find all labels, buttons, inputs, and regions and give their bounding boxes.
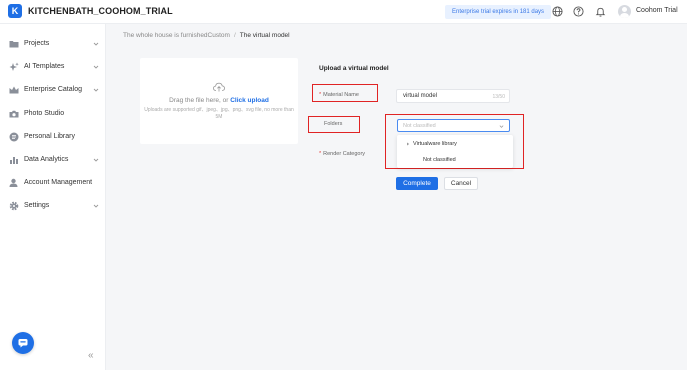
sidebar-item-label: Photo Studio (24, 110, 65, 117)
material-name-label: * Material Name (319, 92, 359, 98)
gear-icon (9, 201, 19, 211)
sidebar-item-photo-studio[interactable]: Photo Studio (0, 104, 106, 124)
folders-select[interactable]: Not classified (397, 119, 510, 132)
sidebar-item-label: Data Analytics (24, 156, 69, 163)
sidebar: Projects AI Templates Enterprise Catalog… (0, 24, 106, 370)
chevron-down-icon (93, 88, 99, 92)
avatar[interactable] (618, 5, 631, 18)
material-name-value: virtual model (403, 93, 438, 99)
caret-right-icon (407, 142, 410, 146)
chevron-down-icon (93, 204, 99, 208)
dropdown-option-label: Not classified (423, 157, 456, 163)
chart-icon (10, 157, 18, 164)
globe-icon[interactable] (552, 6, 563, 17)
folders-label: Folders (324, 121, 343, 127)
render-category-label: * Render Category (319, 151, 365, 157)
folders-select-placeholder: Not classified (403, 123, 436, 129)
cancel-button[interactable]: Cancel (444, 177, 478, 190)
folders-dropdown: Virtualware library Not classified (397, 135, 513, 168)
catalog-icon (9, 86, 19, 94)
sidebar-item-label: Enterprise Catalog (24, 86, 82, 93)
upload-dropzone[interactable]: Drag the file here, or Click upload Uplo… (140, 58, 298, 144)
sidebar-item-data-analytics[interactable]: Data Analytics (0, 150, 106, 170)
chevron-down-icon (93, 42, 99, 46)
sidebar-item-settings[interactable]: Settings (0, 196, 106, 216)
sidebar-item-personal-library[interactable]: Personal Library (0, 127, 106, 147)
complete-button[interactable]: Complete (396, 177, 438, 190)
library-icon (9, 132, 19, 142)
ai-sparkle-icon (9, 62, 19, 71)
sidebar-item-ai-templates[interactable]: AI Templates (0, 57, 106, 77)
breadcrumb: The whole house is furnishedCustom / The v… (123, 32, 290, 39)
top-bar: K KITCHENBATH_COOHOM_TRIAL Enterprise tr… (0, 0, 687, 24)
account-icon (9, 178, 18, 187)
dropdown-option-label: Virtualware library (413, 141, 457, 147)
app-name: KITCHENBATH_COOHOM_TRIAL (28, 6, 173, 16)
dropdown-option-not-classified[interactable]: Not classified (397, 153, 513, 167)
trial-expiry-badge[interactable]: Enterprise trial expires in 181 days (445, 5, 552, 19)
collapse-sidebar-icon[interactable]: « (88, 350, 94, 361)
upload-prompt: Drag the file here, or Click upload (140, 97, 298, 104)
material-name-label-text: Material Name (323, 92, 359, 98)
user-name[interactable]: Coohom Trial (636, 7, 678, 14)
upload-hint: Uploads are supported gif、jpeg、jpg、png、s… (144, 107, 294, 120)
help-icon[interactable] (573, 6, 584, 17)
breadcrumb-parent[interactable]: The whole house is furnishedCustom (123, 32, 230, 39)
bell-icon[interactable] (595, 6, 606, 17)
sidebar-item-account-management[interactable]: Account Management (0, 173, 106, 193)
click-upload-link[interactable]: Click upload (230, 97, 269, 104)
chevron-down-icon (499, 125, 504, 128)
sidebar-item-label: Projects (24, 40, 50, 47)
sidebar-item-label: Settings (24, 202, 50, 209)
material-name-input[interactable]: virtual model 13/50 (396, 89, 510, 103)
upload-prompt-text: Drag the file here, or (169, 97, 231, 104)
sidebar-item-enterprise-catalog[interactable]: Enterprise Catalog (0, 80, 106, 100)
chat-icon (18, 339, 28, 348)
required-mark: * (319, 92, 322, 98)
chevron-down-icon (93, 158, 99, 162)
sidebar-item-label: AI Templates (24, 63, 65, 70)
chat-support-button[interactable] (12, 332, 34, 354)
breadcrumb-current: The virtual model (239, 32, 290, 39)
sidebar-item-label: Account Management (24, 179, 93, 186)
form-title: Upload a virtual model (319, 65, 389, 72)
cloud-upload-icon (213, 82, 225, 92)
chevron-down-icon (93, 65, 99, 69)
render-category-label-text: Render Category (323, 151, 366, 157)
sidebar-item-projects[interactable]: Projects (0, 34, 106, 54)
material-name-char-count: 13/50 (492, 93, 505, 100)
folder-icon (9, 41, 19, 48)
sidebar-item-label: Personal Library (24, 133, 75, 140)
required-mark: * (319, 151, 322, 157)
app-logo[interactable]: K (8, 4, 22, 18)
dropdown-option-virtualware-library[interactable]: Virtualware library (397, 137, 513, 151)
breadcrumb-separator: / (233, 32, 236, 39)
camera-icon (9, 110, 19, 118)
